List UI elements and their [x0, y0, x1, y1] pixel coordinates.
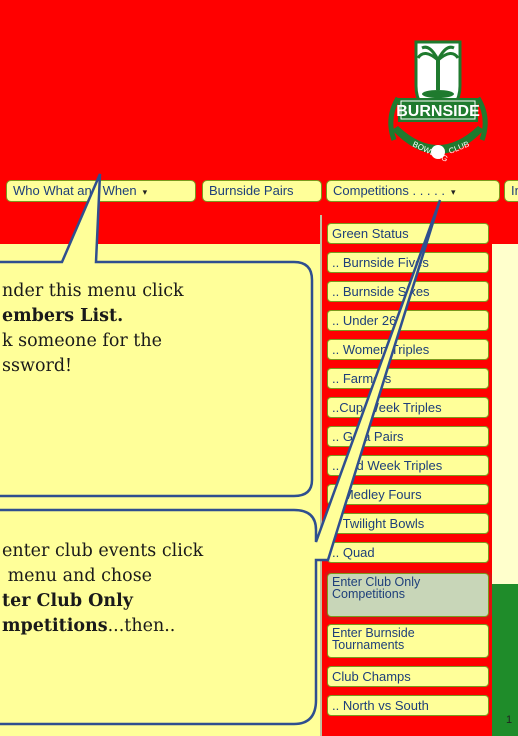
- nav-who-what-when-label: Who What and When: [13, 183, 137, 198]
- menu-item-twilight-bowls[interactable]: .. Twilight Bowls: [327, 513, 489, 534]
- callout-2-text: enter club events click menu and chose t…: [2, 539, 203, 639]
- chevron-down-icon: ▾: [142, 187, 148, 197]
- chevron-down-icon: ▾: [451, 187, 456, 197]
- menu-item-north-vs-south[interactable]: .. North vs South: [327, 695, 489, 716]
- menu-item-gala-pairs[interactable]: .. Gala Pairs: [327, 426, 489, 447]
- nav-competitions-label: Competitions . . . . .: [333, 183, 445, 198]
- callout-1-line2: embers List.: [2, 306, 124, 326]
- menu-item-club-champs[interactable]: Club Champs: [327, 666, 489, 687]
- nav-more[interactable]: In: [504, 180, 518, 202]
- menu-item-burnside-sixes[interactable]: .. Burnside Sixes: [327, 281, 489, 302]
- nav-burnside-pairs-label: Burnside Pairs: [209, 183, 294, 198]
- menu-item-green-status[interactable]: Green Status: [327, 223, 489, 244]
- menu-item-women-triples[interactable]: .. Women Triples: [327, 339, 489, 360]
- competitions-dropdown-menu: Green Status .. Burnside Fives .. Burnsi…: [320, 215, 492, 736]
- menu-item-quad[interactable]: .. Quad: [327, 542, 489, 563]
- nav-competitions[interactable]: Competitions . . . . . ▾: [326, 180, 500, 202]
- menu-item-under-26[interactable]: .. Under 26: [327, 310, 489, 331]
- page-text-fragment: 1: [506, 714, 513, 726]
- right-green-panel: [488, 584, 518, 736]
- callout-2-line3: ter Club Only: [2, 591, 133, 611]
- callout-1-line4: ssword!: [2, 356, 73, 376]
- menu-item-enter-club-only-competitions[interactable]: Enter Club Only Competitions: [324, 570, 492, 620]
- main-nav: Who What and When ▾ Burnside Pairs Compet…: [0, 177, 518, 207]
- callout-2-line2: menu and chose: [2, 566, 153, 586]
- callout-1-line1: nder this menu click: [2, 281, 184, 301]
- callout-2-line4: mpetitions...then..: [2, 616, 176, 636]
- menu-item-enter-burnside-tournaments[interactable]: Enter Burnside Tournaments: [327, 624, 489, 658]
- menu-item-cup-week-triples[interactable]: ..Cup Week Triples: [327, 397, 489, 418]
- menu-item-farmers[interactable]: .. Farmers: [327, 368, 489, 389]
- logo-word: BURNSIDE: [396, 103, 480, 120]
- nav-burnside-pairs[interactable]: Burnside Pairs: [202, 180, 322, 202]
- nav-more-label: In: [511, 183, 518, 198]
- menu-item-medley-fours[interactable]: .. Medley Fours: [327, 484, 489, 505]
- callout-2-line1: enter club events click: [2, 541, 204, 561]
- nav-who-what-when[interactable]: Who What and When ▾: [6, 180, 196, 202]
- menu-item-mid-week-triples[interactable]: .. Mid Week Triples: [327, 455, 489, 476]
- burnside-bowling-club-logo[interactable]: BURNSIDE BOWLING CLUB: [378, 38, 498, 168]
- right-panel: [488, 244, 518, 584]
- callout-1-text: nder this menu click embers List. k some…: [2, 279, 184, 379]
- logo-arc-right: CLUB: [447, 140, 470, 156]
- menu-item-burnside-fives[interactable]: .. Burnside Fives: [327, 252, 489, 273]
- callout-1-line3: k someone for the: [2, 331, 162, 351]
